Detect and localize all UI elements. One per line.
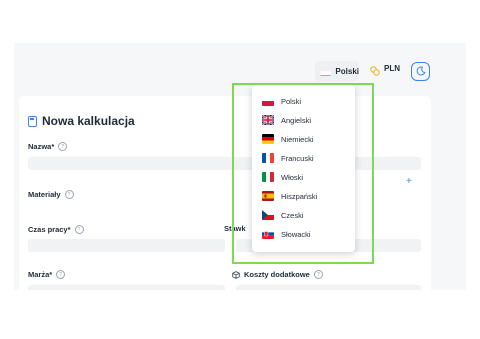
add-material-button[interactable]: + (406, 176, 412, 187)
materials-label-text: Materiały (28, 190, 61, 199)
moon-icon (416, 63, 426, 81)
language-selector-button[interactable]: Polski (315, 61, 359, 81)
materials-label: Materiały ? (28, 190, 74, 199)
name-label: Nazwa* ? (28, 142, 68, 151)
margin-label: Marża* ? (28, 270, 66, 279)
currency-selector-button[interactable]: PLN (370, 63, 400, 76)
help-icon[interactable]: ? (64, 190, 74, 199)
extra-costs-label: Koszty dodatkowe ? (232, 270, 323, 279)
extra-costs-input[interactable] (236, 285, 421, 290)
work-time-label: Czas pracy* ? (28, 225, 84, 234)
margin-label-text: Marża* (28, 270, 53, 279)
help-icon[interactable]: ? (313, 270, 323, 279)
help-icon[interactable]: ? (58, 142, 68, 151)
box-icon (232, 270, 240, 279)
form-title: Nowa kalkulacja (28, 114, 135, 128)
help-icon[interactable]: ? (56, 270, 66, 279)
theme-toggle-button[interactable] (411, 62, 430, 81)
form-title-text: Nowa kalkulacja (42, 114, 135, 128)
coins-icon (370, 63, 380, 76)
work-time-input[interactable] (28, 239, 225, 252)
pl-flag-icon (320, 67, 332, 76)
highlight-frame (232, 83, 374, 264)
help-icon[interactable]: ? (74, 225, 84, 234)
calculator-icon (28, 115, 37, 127)
currency-label: PLN (384, 63, 400, 73)
language-label: Polski (335, 66, 359, 76)
work-time-label-text: Czas pracy* (28, 225, 71, 234)
extra-costs-label-text: Koszty dodatkowe (244, 270, 310, 279)
name-label-text: Nazwa* (28, 142, 55, 151)
margin-input[interactable] (28, 285, 225, 290)
